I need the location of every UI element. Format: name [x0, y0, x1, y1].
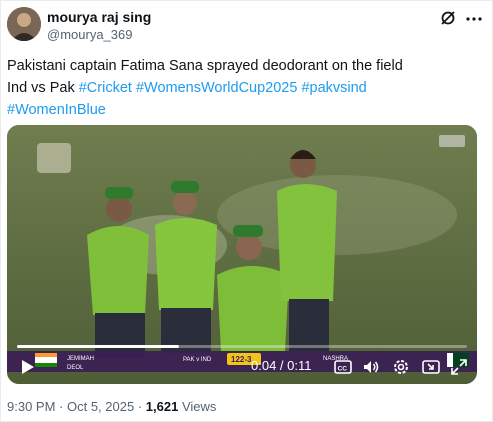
fullscreen-icon[interactable]: [449, 357, 469, 377]
video-duration: 0:11: [287, 358, 312, 373]
tweet-card: mourya raj sing @mourya_369 Pakistani ca…: [0, 0, 493, 422]
tweet-date[interactable]: Oct 5, 2025: [67, 399, 134, 414]
video-current-time: 0:04: [251, 358, 277, 373]
views-label: Views: [181, 399, 217, 414]
tweet-time[interactable]: 9:30 PM: [7, 399, 55, 414]
tweet-meta: 9:30 PM · Oct 5, 2025 · 1,621 Views: [7, 399, 217, 414]
hashtag-cricket[interactable]: #Cricket: [79, 80, 132, 96]
svg-text:CC: CC: [338, 366, 348, 373]
author-handle[interactable]: @mourya_369: [47, 27, 132, 42]
hashtag-womensworldcup2025[interactable]: #WomensWorldCup2025: [136, 80, 297, 96]
author-name[interactable]: mourya raj sing: [47, 9, 151, 25]
tournament-logo: [37, 143, 71, 173]
captions-icon[interactable]: CC: [333, 357, 353, 377]
hashtag-pakvsind[interactable]: #pakvsind: [301, 80, 366, 96]
tweet-line-2: Ind vs Pak #Cricket #WomensWorldCup2025 …: [7, 77, 477, 99]
more-options-icon[interactable]: [465, 10, 483, 28]
tweet-text: Pakistani captain Fatima Sana sprayed de…: [7, 55, 477, 121]
video-progress-bar[interactable]: [17, 345, 467, 348]
tweet-line-1: Pakistani captain Fatima Sana sprayed de…: [7, 58, 403, 74]
video-controls: 0:04 / 0:11 CC: [7, 349, 477, 384]
hashtag-womeninblue[interactable]: #WomenInBlue: [7, 102, 106, 118]
tweet-line-2-prefix: Ind vs Pak: [7, 80, 79, 96]
views-count: 1,621: [145, 399, 179, 414]
tweet-line-3: #WomenInBlue: [7, 99, 477, 121]
video-progress-fill: [17, 345, 179, 348]
pip-icon[interactable]: [421, 357, 441, 377]
video-time: 0:04 / 0:11: [251, 358, 312, 373]
settings-icon[interactable]: [391, 357, 411, 377]
video-player[interactable]: JEMIMAH DEOL PAK v IND 122-3 NASHRA 0:04…: [7, 125, 477, 384]
volume-icon[interactable]: [361, 357, 381, 377]
grok-icon[interactable]: [439, 9, 457, 27]
broadcaster-logo: [439, 135, 465, 147]
play-icon[interactable]: [17, 357, 37, 377]
avatar[interactable]: [7, 7, 41, 41]
